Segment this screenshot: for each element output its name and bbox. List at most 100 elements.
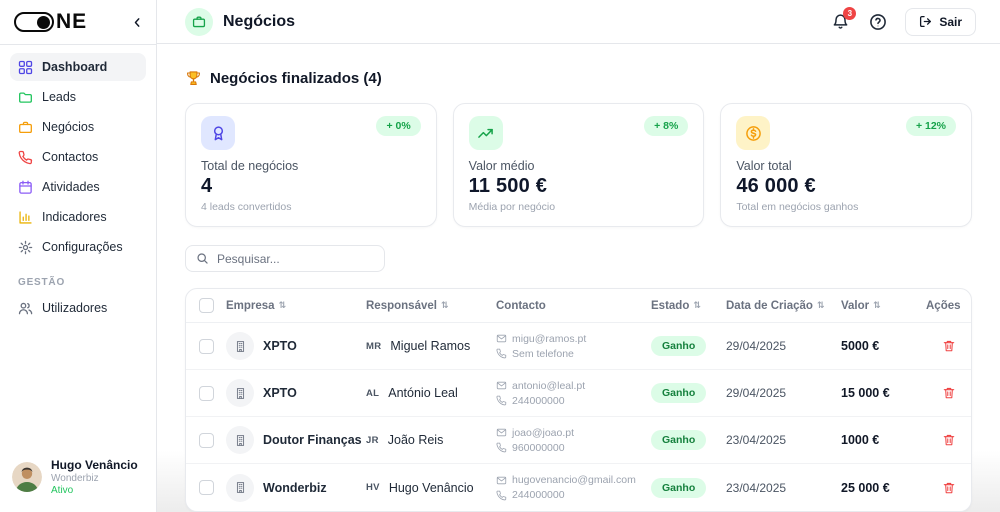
app-root: NE Dashboard Leads Negócios Contactos At… [0, 0, 1000, 512]
company-name: XPTO [263, 339, 297, 353]
page-title: Negócios [223, 12, 296, 30]
stat-card: + 8% Valor médio 11 500 € Média por negó… [452, 103, 705, 227]
building-icon [226, 473, 254, 502]
trash-icon [942, 386, 956, 400]
sidebar-item-utilizadores[interactable]: Utilizadores [10, 294, 146, 322]
phone-icon [496, 442, 507, 453]
creation-date: 23/04/2025 [726, 480, 787, 495]
column-header-responsavel[interactable]: Responsável ⇅ [366, 300, 496, 312]
column-header-valor[interactable]: Valor ⇅ [841, 300, 926, 312]
sidebar-item-dashboard[interactable]: Dashboard [10, 53, 146, 81]
user-name: Hugo Venâncio [51, 458, 138, 472]
notification-badge: 3 [843, 7, 857, 20]
trophy-icon [185, 70, 202, 87]
stat-cards-row: + 0% Total de negócios 4 4 leads convert… [185, 103, 973, 227]
user-company: Wonderbiz [51, 473, 99, 484]
deals-briefcase-icon [18, 120, 33, 135]
column-header-estado[interactable]: Estado ⇅ [651, 300, 726, 312]
responsible-initials: HV [366, 482, 380, 493]
column-header-datadecriacao[interactable]: Data de Criação ⇅ [726, 300, 841, 312]
stat-card: + 12% Valor total 46 000 € Total em negó… [720, 103, 973, 227]
settings-gear-icon [18, 240, 33, 255]
delete-button[interactable] [939, 336, 959, 356]
stat-label: Total de negócios [201, 159, 299, 173]
dashboard-grid-icon [18, 60, 33, 75]
table-row[interactable]: XPTO AL António Leal antonio@leal.pt 244… [186, 370, 971, 417]
user-info: Hugo Venâncio Wonderbiz Ativo [51, 458, 138, 496]
contact-phone: 960000000 [512, 441, 565, 454]
sidebar: NE Dashboard Leads Negócios Contactos At… [0, 0, 157, 512]
trending-up-icon [477, 125, 494, 142]
column-header-empresa[interactable]: Empresa ⇅ [226, 300, 366, 312]
sidebar-item-label: Atividades [42, 180, 100, 194]
stat-subtext: Média por negócio [468, 201, 556, 213]
section-title-group: Negócios finalizados (4) [185, 70, 972, 87]
activities-calendar-icon [18, 180, 33, 195]
status-badge: Ganho [651, 430, 707, 450]
briefcase-icon [185, 7, 213, 36]
table-header-row: Empresa ⇅ Responsável ⇅ Contacto Estado ⇅ Data … [186, 289, 971, 323]
sort-icon: ⇅ [873, 300, 881, 311]
sort-icon: ⇅ [693, 300, 701, 311]
table-row[interactable]: XPTO MR Miguel Ramos migu@ramos.pt Sem t… [186, 323, 971, 370]
deal-value: 1000 € [841, 433, 880, 447]
help-button[interactable] [867, 11, 889, 33]
row-checkbox[interactable] [198, 432, 214, 448]
notifications-button[interactable]: 3 [830, 7, 857, 32]
delete-button[interactable] [939, 478, 959, 498]
sidebar-section-label: GESTÃO [18, 277, 66, 288]
sidebar-item-indicadores[interactable]: Indicadores [10, 203, 146, 231]
row-checkbox[interactable] [198, 338, 214, 354]
email-icon [496, 380, 507, 391]
row-checkbox[interactable] [198, 480, 214, 495]
leads-folder-icon [18, 90, 33, 105]
status-badge: Ganho [651, 477, 707, 498]
search-input[interactable] [217, 251, 374, 266]
sidebar-user[interactable]: Hugo Venâncio Wonderbiz Ativo [0, 450, 156, 504]
chevron-left-icon [131, 16, 144, 29]
app-logo: NE [14, 10, 87, 34]
email-icon [496, 475, 507, 486]
sidebar-item-label: Negócios [42, 120, 95, 134]
sidebar-nav: Dashboard Leads Negócios Contactos Ativi… [0, 45, 156, 263]
sidebar-item-label: Utilizadores [42, 301, 108, 315]
contact-phone: 244000000 [512, 489, 565, 501]
building-icon [226, 379, 254, 407]
page-title-group: Negócios [185, 7, 296, 36]
delete-button[interactable] [939, 430, 959, 450]
company-name: XPTO [263, 386, 297, 400]
sidebar-item-atividades[interactable]: Atividades [10, 173, 146, 201]
deals-table: Empresa ⇅ Responsável ⇅ Contacto Estado ⇅ Data … [185, 288, 972, 512]
responsible-initials: JR [366, 434, 379, 446]
sidebar-item-negocios[interactable]: Negócios [10, 113, 146, 141]
sidebar-collapse-button[interactable] [131, 16, 144, 29]
sort-icon: ⇅ [278, 300, 287, 311]
trash-icon [942, 339, 956, 353]
select-all-checkbox[interactable] [198, 298, 214, 313]
sidebar-item-label: Dashboard [42, 60, 108, 74]
sidebar-item-configuracoes[interactable]: Configurações [10, 233, 146, 261]
sidebar-header: NE [0, 0, 156, 45]
table-row[interactable]: Wonderbiz HV Hugo Venâncio hugovenancio@… [186, 464, 971, 511]
sidebar-item-label: Leads [42, 90, 77, 104]
sort-icon: ⇅ [816, 300, 825, 311]
responsible-name: Miguel Ramos [390, 339, 471, 353]
logo-text: NE [56, 10, 88, 33]
row-checkbox[interactable] [198, 385, 214, 401]
main-area: Negócios 3 Sair Negócios finalizados (4)… [157, 0, 1000, 512]
top-bar-actions: 3 Sair [830, 7, 976, 36]
sidebar-item-leads[interactable]: Leads [10, 83, 146, 111]
table-row[interactable]: Doutor Finanças JR João Reis joao@joao.p… [186, 417, 971, 464]
logout-label: Sair [939, 14, 962, 29]
phone-icon [496, 348, 507, 359]
deal-value: 5000 € [841, 339, 880, 353]
logout-button[interactable]: Sair [905, 7, 976, 36]
status-badge: Ganho [651, 336, 707, 356]
select-all-cell [186, 298, 226, 313]
sidebar-item-label: Contactos [42, 150, 99, 164]
delete-button[interactable] [939, 383, 959, 403]
help-circle-icon [869, 13, 887, 31]
user-status: Ativo [51, 485, 74, 496]
sidebar-item-contactos[interactable]: Contactos [10, 143, 146, 171]
section-title: Negócios finalizados (4) [210, 70, 382, 87]
